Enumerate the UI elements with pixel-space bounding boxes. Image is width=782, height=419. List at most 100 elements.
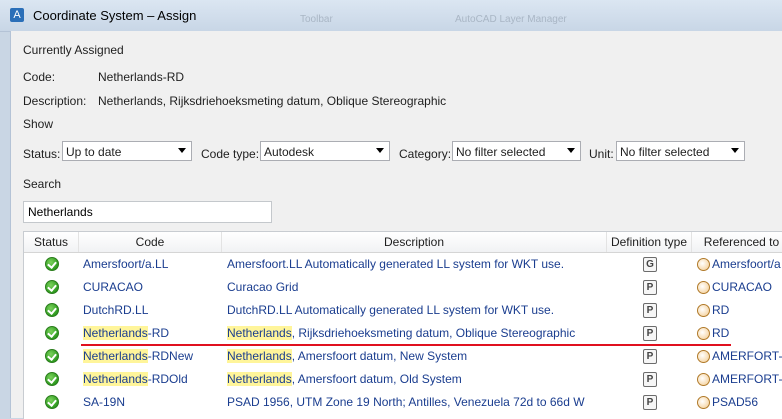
search-match-highlight: Netherlands <box>227 372 292 386</box>
row-definition-type: P <box>609 368 691 391</box>
row-code-text: -RD <box>147 326 170 340</box>
unit-filter-value: No filter selected <box>620 145 710 159</box>
row-code-text: -RDNew <box>147 349 194 363</box>
definition-type-badge: P <box>643 326 657 342</box>
table-header: Status Code Description Definition type … <box>24 232 782 253</box>
row-code-text: SA-19N <box>83 395 126 409</box>
row-description-text: , Amersfoort datum, Old System <box>291 372 462 386</box>
row-code-text: Amersfoort/a.LL <box>83 257 169 271</box>
row-referenced-to: RD <box>697 299 782 322</box>
background-tab-layer-manager: AutoCAD Layer Manager <box>455 14 567 25</box>
description-label: Description: <box>23 94 87 108</box>
row-referenced-to-text: RD <box>712 326 730 340</box>
datum-reference-icon <box>697 304 710 318</box>
row-referenced-to-text: AMERFORT- <box>712 372 782 386</box>
up-to-date-status-icon <box>45 280 59 294</box>
row-description: Netherlands, Rijksdriehoeksmeting datum,… <box>227 322 607 345</box>
unit-filter-dropdown[interactable]: No filter selected <box>616 141 745 161</box>
up-to-date-status-icon <box>45 257 59 271</box>
row-code: CURACAO <box>83 276 223 299</box>
up-to-date-status-icon <box>45 372 59 386</box>
coordinate-system-table[interactable]: Status Code Description Definition type … <box>23 231 782 419</box>
table-row[interactable]: CURACAO Curacao Grid P CURACAO <box>24 276 782 299</box>
assigned-description-value: Netherlands, Rijksdriehoeksmeting datum,… <box>98 94 447 108</box>
table-row[interactable]: DutchRD.LL DutchRD.LL Automatically gene… <box>24 299 782 322</box>
row-description-text: , Rijksdriehoeksmeting datum, Oblique St… <box>291 326 576 340</box>
status-filter-value: Up to date <box>66 145 122 159</box>
title-bar[interactable]: A Coordinate System – Assign Toolbar Aut… <box>0 0 782 32</box>
status-filter-dropdown[interactable]: Up to date <box>62 141 192 161</box>
datum-reference-icon <box>697 258 710 272</box>
up-to-date-status-icon <box>45 326 59 340</box>
row-description: Curacao Grid <box>227 276 607 299</box>
definition-type-badge: P <box>643 303 657 319</box>
definition-type-badge: P <box>643 372 657 388</box>
up-to-date-status-icon <box>45 349 59 363</box>
code-label: Code: <box>23 70 56 84</box>
search-match-highlight: Netherlands <box>83 372 148 386</box>
row-description: Netherlands, Amersfoort datum, New Syste… <box>227 345 607 368</box>
definition-type-badge: P <box>643 280 657 296</box>
table-row-selected[interactable]: Netherlands-RD Netherlands, Rijksdriehoe… <box>24 322 782 345</box>
column-header-description[interactable]: Description <box>222 232 607 252</box>
row-referenced-to: RD <box>697 322 782 345</box>
search-match-highlight: Netherlands <box>83 326 148 340</box>
code-type-filter-value: Autodesk <box>264 145 315 159</box>
datum-reference-icon <box>697 327 710 341</box>
row-description: Netherlands, Amersfoort datum, Old Syste… <box>227 368 607 391</box>
currently-assigned-heading: Currently Assigned <box>23 43 124 57</box>
category-filter-label: Category: <box>399 147 452 161</box>
table-row[interactable]: Netherlands-RDOld Netherlands, Amersfoor… <box>24 368 782 391</box>
row-description-text: DutchRD.LL Automatically generated LL sy… <box>227 303 555 317</box>
row-description-text: Curacao Grid <box>227 280 299 294</box>
row-code: Amersfoort/a.LL <box>83 253 223 276</box>
show-heading: Show <box>23 117 54 131</box>
window-title: Coordinate System – Assign <box>33 8 197 23</box>
row-referenced-to: PSAD56 <box>697 391 782 414</box>
code-type-filter-label: Code type: <box>201 147 260 161</box>
row-referenced-to: Amersfoort/a <box>697 253 782 276</box>
table-row[interactable]: SA-19N PSAD 1956, UTM Zone 19 North; Ant… <box>24 391 782 414</box>
up-to-date-status-icon <box>45 395 59 409</box>
search-match-highlight: Netherlands <box>227 349 292 363</box>
search-match-highlight: Netherlands <box>227 326 292 340</box>
column-header-definition-type[interactable]: Definition type <box>607 232 692 252</box>
datum-reference-icon <box>697 350 710 364</box>
chevron-down-icon <box>567 148 575 153</box>
assigned-code-value: Netherlands-RD <box>98 70 185 84</box>
category-filter-value: No filter selected <box>456 145 546 159</box>
row-code-text: -RDOld <box>147 372 188 386</box>
row-definition-type: P <box>609 276 691 299</box>
row-referenced-to-text: RD <box>712 303 730 317</box>
table-row[interactable]: Amersfoort/a.LL Amersfoort.LL Automatica… <box>24 253 782 276</box>
search-input[interactable] <box>23 201 272 223</box>
column-header-status[interactable]: Status <box>24 232 79 252</box>
table-row[interactable]: Netherlands-RDNew Netherlands, Amersfoor… <box>24 345 782 368</box>
definition-type-badge: P <box>643 395 657 411</box>
category-filter-dropdown[interactable]: No filter selected <box>452 141 581 161</box>
row-description: Amersfoort.LL Automatically generated LL… <box>227 253 607 276</box>
row-referenced-to: AMERFORT- <box>697 345 782 368</box>
row-code-text: CURACAO <box>83 280 144 294</box>
search-match-highlight: Netherlands <box>83 349 148 363</box>
column-header-code[interactable]: Code <box>79 232 222 252</box>
row-referenced-to-text: AMERFORT- <box>712 349 782 363</box>
row-code: DutchRD.LL <box>83 299 223 322</box>
column-header-referenced-to[interactable]: Referenced to <box>692 232 782 252</box>
code-type-filter-dropdown[interactable]: Autodesk <box>260 141 390 161</box>
row-referenced-to-text: PSAD56 <box>712 395 759 409</box>
datum-reference-icon <box>697 373 710 387</box>
row-code: SA-19N <box>83 391 223 414</box>
background-tab-toolbar: Toolbar <box>300 14 333 25</box>
row-definition-type: P <box>609 322 691 345</box>
row-definition-type: P <box>609 299 691 322</box>
row-code: Netherlands-RDOld <box>83 368 223 391</box>
row-referenced-to-text: CURACAO <box>712 280 773 294</box>
row-definition-type: P <box>609 345 691 368</box>
row-description: DutchRD.LL Automatically generated LL sy… <box>227 299 607 322</box>
row-code: Netherlands-RDNew <box>83 345 223 368</box>
row-definition-type: G <box>609 253 691 276</box>
definition-type-badge: P <box>643 349 657 365</box>
row-referenced-to: AMERFORT- <box>697 368 782 391</box>
datum-reference-icon <box>697 396 710 410</box>
